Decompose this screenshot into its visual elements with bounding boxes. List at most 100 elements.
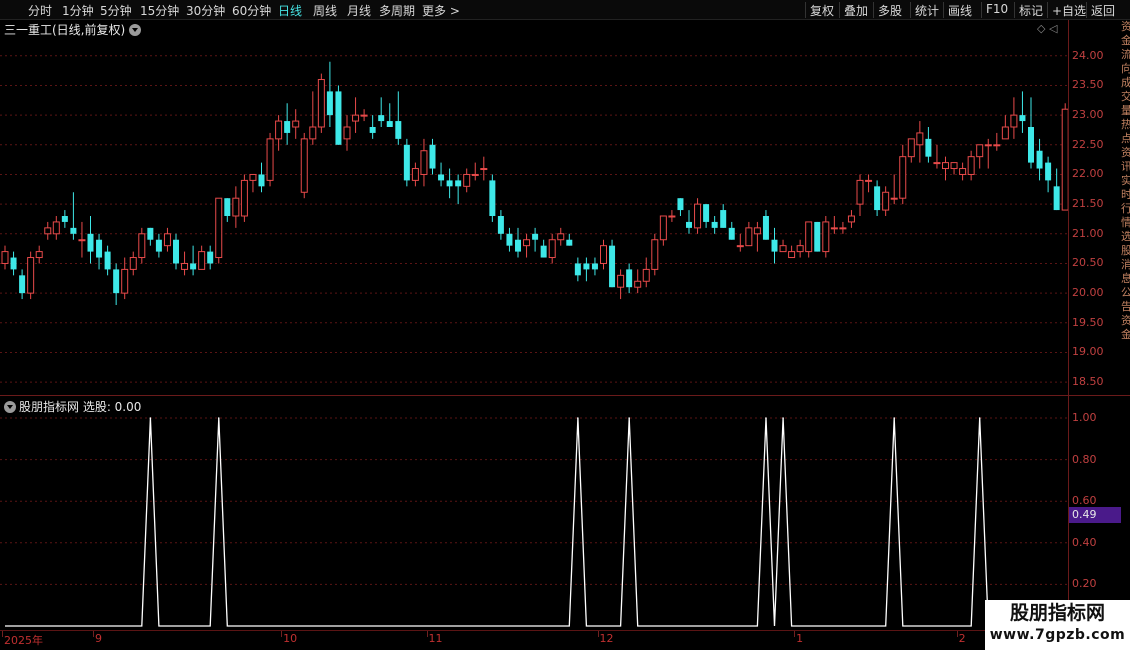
period-tab-5[interactable]: 60分钟 (232, 2, 271, 19)
candle[interactable] (942, 156, 949, 181)
candle[interactable] (35, 245, 43, 264)
candle[interactable] (882, 186, 890, 216)
candle[interactable] (446, 168, 453, 199)
action-button-6[interactable]: 标记 (1019, 2, 1043, 19)
candle[interactable] (70, 192, 77, 240)
candle[interactable] (292, 109, 300, 139)
candle[interactable] (967, 150, 975, 181)
candle[interactable] (19, 269, 26, 300)
candle[interactable] (617, 269, 625, 300)
candle[interactable] (480, 156, 488, 181)
candle[interactable] (609, 239, 616, 288)
candle[interactable] (52, 216, 60, 240)
candle[interactable] (96, 233, 103, 270)
period-tab-10[interactable]: 更多 > (422, 2, 460, 19)
action-button-1[interactable]: 叠加 (844, 2, 868, 19)
candle[interactable] (1, 245, 9, 270)
chart-controls[interactable]: ◇ ◁ (1037, 22, 1057, 35)
action-button-2[interactable]: 多股 (878, 2, 902, 19)
candle[interactable] (779, 239, 787, 253)
candle[interactable] (1019, 91, 1026, 133)
candle[interactable] (788, 245, 796, 259)
candle[interactable] (395, 91, 402, 145)
candle[interactable] (335, 85, 342, 145)
candle[interactable] (566, 233, 573, 246)
action-button-3[interactable]: 统计 (915, 2, 939, 19)
candle[interactable] (163, 227, 171, 252)
candle[interactable] (993, 132, 1001, 151)
candle[interactable] (87, 216, 94, 264)
candle[interactable] (771, 227, 778, 264)
stock-title[interactable]: 三一重工(日线,前复权) (4, 21, 142, 38)
candle[interactable] (634, 269, 642, 294)
candle[interactable] (489, 174, 496, 222)
candle[interactable] (438, 162, 445, 187)
candle[interactable] (1045, 156, 1052, 193)
candle[interactable] (814, 221, 821, 252)
candle[interactable] (933, 144, 941, 169)
candle[interactable] (540, 239, 547, 258)
candle[interactable] (950, 162, 958, 175)
candle[interactable] (300, 132, 308, 199)
candle[interactable] (515, 227, 521, 258)
candle[interactable] (1010, 97, 1018, 139)
candle[interactable] (532, 227, 539, 252)
candle[interactable] (984, 138, 992, 169)
candle[interactable] (284, 103, 291, 145)
candle[interactable] (343, 115, 351, 151)
action-button-8[interactable]: 返回 (1091, 2, 1115, 19)
candle[interactable] (352, 97, 360, 133)
period-tab-3[interactable]: 15分钟 (140, 2, 179, 19)
action-button-7[interactable]: +自选 (1052, 2, 1086, 19)
candle[interactable] (420, 138, 428, 187)
candle[interactable] (600, 239, 607, 270)
period-tab-8[interactable]: 月线 (347, 2, 371, 19)
candle[interactable] (429, 138, 436, 175)
candle[interactable] (548, 233, 556, 264)
candle[interactable] (1053, 168, 1060, 211)
candle[interactable] (976, 144, 984, 169)
candle[interactable] (10, 251, 17, 276)
candle[interactable] (403, 138, 410, 187)
period-tab-7[interactable]: 周线 (313, 2, 337, 19)
candle[interactable] (198, 245, 206, 270)
candle[interactable] (856, 174, 864, 216)
candle[interactable] (686, 210, 692, 234)
candle[interactable] (61, 210, 68, 228)
candle[interactable] (215, 197, 223, 264)
candle[interactable] (326, 61, 333, 127)
candle[interactable] (309, 91, 317, 145)
action-button-0[interactable]: 复权 (810, 2, 834, 19)
candle[interactable] (574, 257, 581, 282)
panel-divider[interactable] (0, 395, 1130, 396)
candle[interactable] (907, 138, 915, 163)
candle[interactable] (668, 210, 676, 222)
candle[interactable] (249, 173, 257, 193)
candle[interactable] (959, 162, 967, 181)
candle[interactable] (822, 216, 830, 258)
candle[interactable] (232, 186, 240, 228)
candle[interactable] (369, 115, 376, 139)
period-tab-0[interactable]: 分时 (28, 2, 52, 19)
candle[interactable] (360, 109, 368, 122)
period-tab-9[interactable]: 多周期 (379, 2, 415, 19)
candle[interactable] (506, 227, 513, 252)
candle[interactable] (796, 239, 804, 258)
candle[interactable] (266, 132, 274, 187)
candle[interactable] (874, 180, 881, 216)
candle[interactable] (745, 221, 753, 247)
candlestick-chart[interactable] (0, 38, 1068, 394)
candle[interactable] (557, 227, 565, 246)
candle[interactable] (736, 233, 744, 252)
candle[interactable] (471, 162, 479, 181)
candle[interactable] (651, 233, 659, 276)
candle[interactable] (207, 245, 214, 270)
title-dropdown-icon[interactable] (129, 24, 142, 36)
candle[interactable] (411, 162, 419, 187)
candle[interactable] (1001, 115, 1009, 140)
candle[interactable] (762, 210, 769, 240)
candle[interactable] (847, 210, 855, 228)
candle[interactable] (258, 162, 265, 193)
candle[interactable] (44, 221, 52, 240)
action-button-4[interactable]: 画线 (948, 2, 972, 19)
